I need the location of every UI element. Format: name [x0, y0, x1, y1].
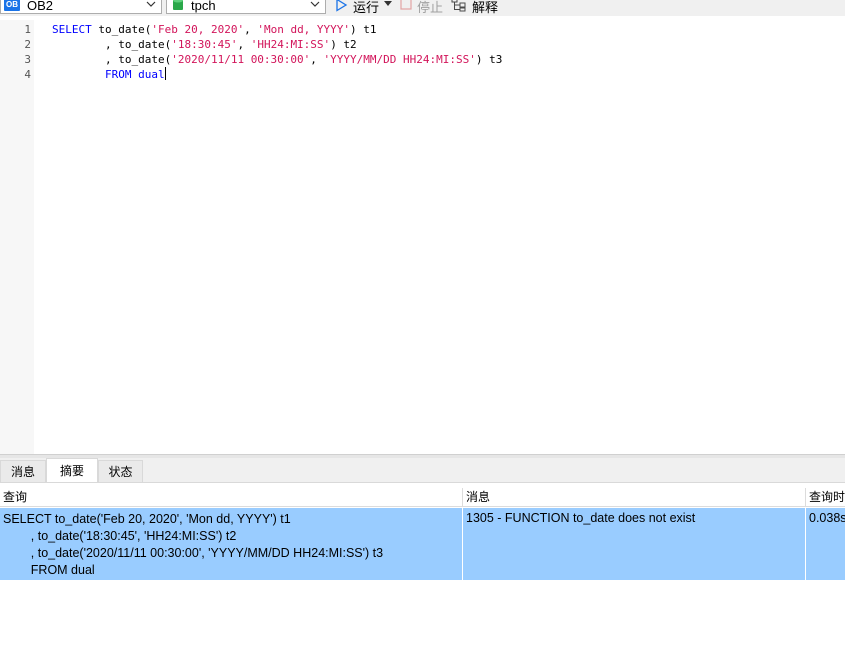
run-label: 运行	[353, 0, 380, 15]
sql-text: to_date(	[91, 23, 152, 36]
column-header-query[interactable]: 查询	[0, 488, 462, 507]
sql-text: ) t1	[350, 23, 377, 36]
table-row[interactable]: SELECT to_date('Feb 20, 2020', 'Mon dd, …	[0, 508, 845, 580]
sql-string: 'Feb 20, 2020'	[151, 23, 245, 36]
code-line: SELECT to_date('Feb 20, 2020', 'Mon dd, …	[52, 22, 377, 37]
tab-status[interactable]: 状态	[98, 460, 143, 482]
message-cell: 1305 - FUNCTION to_date does not exist	[462, 508, 805, 580]
stop-label: 停止	[417, 0, 444, 15]
sql-keyword: FROM dual	[104, 68, 165, 81]
result-tabs: 消息 摘要 状态	[0, 458, 845, 483]
sql-text: ,	[310, 53, 324, 66]
sql-text: , to_date(	[52, 53, 172, 66]
sql-string: 'HH24:MI:SS'	[250, 38, 331, 51]
code-line: FROM dual	[52, 67, 166, 82]
sql-text: ,	[244, 23, 258, 36]
code-line: , to_date('2020/11/11 00:30:00', 'YYYY/M…	[52, 52, 502, 67]
play-icon	[336, 0, 348, 12]
chevron-down-icon	[146, 1, 156, 7]
tab-summary[interactable]: 摘要	[46, 458, 98, 482]
sql-text: ,	[237, 38, 251, 51]
database-value: tpch	[191, 0, 216, 13]
line-number: 2	[24, 38, 31, 51]
sql-text: , to_date(	[52, 38, 172, 51]
line-number: 1	[24, 23, 31, 36]
database-select[interactable]: tpch	[166, 0, 326, 14]
sql-string: 'YYYY/MM/DD HH24:MI:SS'	[323, 53, 476, 66]
column-header-time[interactable]: 查询时	[805, 488, 845, 507]
sql-string: '2020/11/11 00:30:00'	[171, 53, 311, 66]
query-line: SELECT to_date('Feb 20, 2020', 'Mon dd, …	[3, 512, 291, 526]
explain-icon	[451, 0, 466, 12]
query-line: , to_date('18:30:45', 'HH24:MI:SS') t2	[3, 529, 237, 543]
sql-string: '18:30:45'	[171, 38, 238, 51]
column-header-message[interactable]: 消息	[462, 488, 805, 507]
caret-down-icon	[384, 1, 392, 6]
text-caret	[164, 67, 166, 80]
time-cell: 0.038s	[805, 508, 845, 580]
tab-messages[interactable]: 消息	[0, 460, 46, 482]
ob-logo-icon: OB	[4, 0, 20, 11]
run-button[interactable]: 运行	[334, 0, 396, 15]
query-cell: SELECT to_date('Feb 20, 2020', 'Mon dd, …	[0, 508, 462, 580]
stop-icon	[400, 0, 412, 10]
sql-string: 'Mon dd, YYYY'	[257, 23, 351, 36]
explain-button[interactable]: 解释	[451, 0, 501, 15]
query-line: , to_date('2020/11/11 00:30:00', 'YYYY/M…	[3, 546, 384, 560]
query-line: FROM dual	[3, 563, 95, 577]
explain-label: 解释	[472, 0, 499, 15]
stop-button[interactable]: 停止	[400, 0, 446, 15]
connection-value: OB2	[27, 0, 54, 13]
sql-text: ) t2	[330, 38, 357, 51]
sql-keyword: SELECT	[52, 23, 92, 36]
toolbar: OB OB2 tpch 运行 停止 解释	[0, 0, 845, 16]
line-number-gutter: 1 2 3 4	[0, 20, 34, 454]
chevron-down-icon	[310, 1, 320, 7]
sql-text: ) t3	[475, 53, 503, 66]
code-line: , to_date('18:30:45', 'HH24:MI:SS') t2	[52, 37, 357, 52]
sql-editor[interactable]: 1 2 3 4 SELECT to_date('Feb 20, 2020', '…	[0, 20, 845, 454]
connection-select[interactable]: OB OB2	[0, 0, 162, 14]
line-number: 4	[24, 68, 31, 81]
database-icon	[173, 0, 183, 10]
line-number: 3	[24, 53, 31, 66]
